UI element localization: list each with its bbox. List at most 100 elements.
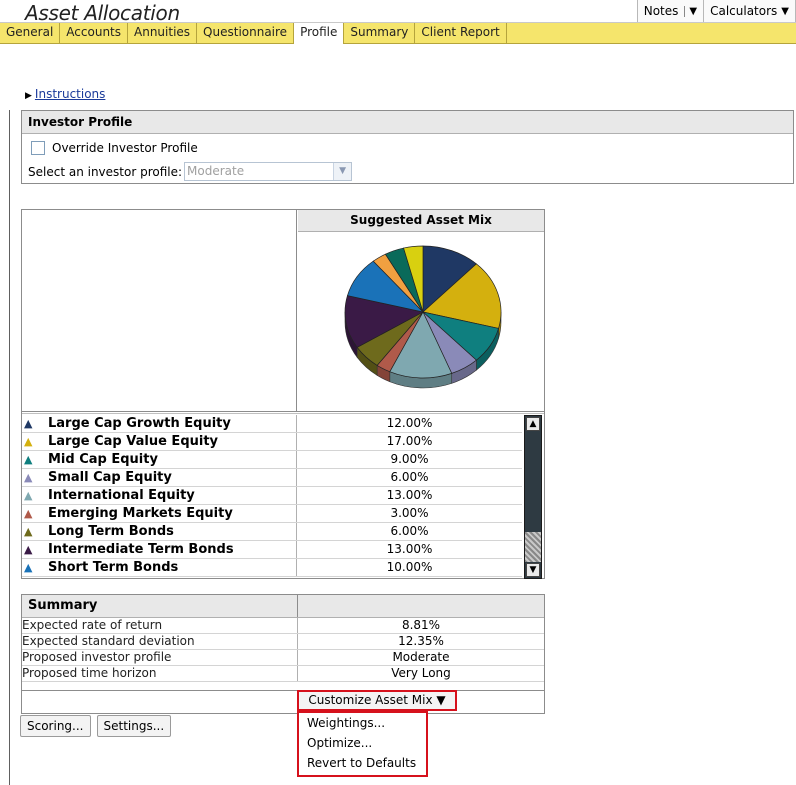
calculators-button[interactable]: Calculators ▼ — [704, 0, 796, 22]
asset-name: Intermediate Term Bonds — [48, 542, 234, 557]
summary-label: Proposed time horizon — [22, 666, 298, 681]
summary-header: Summary — [22, 595, 544, 618]
asset-name-cell: ▲ Emerging Markets Equity — [22, 505, 297, 522]
asset-mix-scrollbar[interactable]: ▲ ▼ — [524, 415, 542, 579]
summary-footer — [22, 690, 544, 713]
summary-heading: Summary — [22, 595, 298, 617]
asset-percent: 10.00% — [386, 560, 433, 574]
asset-mix-row: ▲ Mid Cap Equity 9.00% — [22, 451, 522, 469]
top-buttons: Notes ▼ Calculators ▼ — [636, 0, 796, 22]
tab-annuities[interactable]: Annuities — [128, 23, 198, 43]
scroll-down-icon[interactable]: ▼ — [526, 563, 540, 577]
chevron-down-icon[interactable]: ▼ — [684, 5, 697, 17]
asset-mix-panel: Suggested Asset Mix ▲ Large Cap Growth Eq… — [21, 209, 545, 579]
investor-profile-select[interactable]: Moderate ▼ — [184, 162, 353, 181]
asset-mix-heading: Suggested Asset Mix — [298, 210, 544, 232]
asset-name-cell: ▲ Large Cap Value Equity — [22, 433, 297, 450]
summary-value: Moderate — [392, 650, 450, 664]
asset-mix-rows: ▲ Large Cap Growth Equity 12.00% ▲ Large Cap… — [22, 415, 522, 577]
asset-name-cell: ▲ Short Term Bonds — [22, 559, 297, 576]
flag-icon: ▲ — [24, 543, 33, 556]
customize-asset-mix-button[interactable]: Customize Asset Mix ▼ — [297, 690, 457, 711]
asset-percent: 13.00% — [386, 542, 433, 556]
investor-profile-select-value: Moderate — [187, 164, 245, 178]
asset-percent: 3.00% — [390, 506, 429, 520]
scroll-up-icon[interactable]: ▲ — [526, 417, 540, 431]
notes-label: Notes — [643, 4, 679, 18]
scoring-button[interactable]: Scoring... — [20, 715, 91, 737]
asset-name-cell: ▲ Mid Cap Equity — [22, 451, 297, 468]
chevron-down-icon: ▼ — [781, 5, 789, 17]
asset-name: International Equity — [48, 488, 195, 503]
asset-mix-row: ▲ Emerging Markets Equity 3.00% — [22, 505, 522, 523]
investor-profile-heading: Investor Profile — [22, 111, 793, 134]
summary-row: Expected standard deviation 12.35% — [22, 634, 544, 650]
flag-icon: ▲ — [24, 435, 33, 448]
asset-mix-blank-cell — [22, 210, 297, 411]
asset-mix-row: ▲ Short Term Bonds 10.00% — [22, 559, 522, 577]
asset-name: Short Term Bonds — [48, 560, 179, 575]
menu-item[interactable]: Optimize... — [299, 733, 426, 753]
asset-name-cell: ▲ Small Cap Equity — [22, 469, 297, 486]
instructions: ▶ Instructions — [25, 87, 105, 101]
title-bar: Asset Allocation Notes ▼ Calculators ▼ — [0, 0, 796, 25]
scroll-thumb[interactable] — [525, 532, 541, 562]
asset-name: Large Cap Value Equity — [48, 434, 219, 449]
calculators-label: Calculators — [710, 4, 778, 18]
asset-percent: 9.00% — [390, 452, 429, 466]
summary-label: Expected standard deviation — [22, 634, 298, 649]
summary-value: 12.35% — [398, 634, 444, 648]
select-profile-row: Select an investor profile: Moderate ▼ — [28, 162, 353, 181]
asset-name: Emerging Markets Equity — [48, 506, 233, 521]
flag-icon: ▲ — [24, 507, 33, 520]
summary-row: Proposed investor profile Moderate — [22, 650, 544, 666]
pie-chart-area — [298, 232, 544, 411]
asset-mix-row: ▲ Large Cap Growth Equity 12.00% — [22, 415, 522, 433]
tab-general[interactable]: General — [0, 23, 61, 43]
asset-mix-row: ▲ Large Cap Value Equity 17.00% — [22, 433, 522, 451]
settings-button[interactable]: Settings... — [96, 715, 172, 737]
expand-triangle-icon[interactable]: ▶ — [25, 91, 32, 101]
asset-mix-row: ▲ Intermediate Term Bonds 13.00% — [22, 541, 522, 559]
menu-item[interactable]: Weightings... — [299, 713, 426, 733]
tabs: General Accounts Annuities Questionnaire Pro… — [0, 23, 796, 44]
tab-questionnaire[interactable]: Questionnaire — [197, 23, 295, 43]
instructions-link[interactable]: Instructions — [35, 87, 105, 101]
summary-value: Very Long — [391, 666, 451, 680]
tab-accounts[interactable]: Accounts — [60, 23, 128, 43]
menu-item[interactable]: Revert to Defaults — [299, 753, 426, 773]
summary-row: Expected rate of return 8.81% — [22, 618, 544, 634]
asset-mix-row: ▲ Small Cap Equity 6.00% — [22, 469, 522, 487]
override-checkbox[interactable] — [31, 141, 45, 155]
tab-profile[interactable]: Profile — [294, 23, 345, 44]
flag-icon: ▲ — [24, 471, 33, 484]
tab-bar: General Accounts Annuities Questionnaire Pro… — [0, 23, 796, 44]
asset-name: Mid Cap Equity — [48, 452, 158, 467]
notes-button[interactable]: Notes ▼ — [637, 0, 705, 22]
asset-name-cell: ▲ Intermediate Term Bonds — [22, 541, 297, 558]
asset-mix-pie-chart — [344, 245, 502, 389]
chevron-down-icon[interactable]: ▼ — [333, 163, 352, 180]
action-buttons: Scoring... Settings... — [20, 715, 177, 737]
asset-name: Long Term Bonds — [48, 524, 174, 539]
override-label: Override Investor Profile — [52, 141, 198, 155]
flag-icon: ▲ — [24, 525, 33, 538]
app-title: Asset Allocation — [25, 1, 180, 25]
select-profile-label: Select an investor profile: — [28, 164, 183, 179]
customize-menu: Weightings... Optimize... Revert to Defaul… — [297, 711, 428, 777]
summary-value: 8.81% — [401, 618, 441, 632]
asset-percent: 13.00% — [386, 488, 433, 502]
summary-row: Proposed time horizon Very Long — [22, 666, 544, 682]
flag-icon: ▲ — [24, 453, 33, 466]
divider — [22, 411, 544, 414]
investor-profile-panel: Investor Profile Override Investor Profi… — [21, 110, 794, 184]
tab-summary[interactable]: Summary — [344, 23, 416, 43]
asset-name: Small Cap Equity — [48, 470, 172, 485]
asset-name-cell: ▲ Large Cap Growth Equity — [22, 415, 297, 432]
asset-mix-row: ▲ Long Term Bonds 6.00% — [22, 523, 522, 541]
chevron-down-icon: ▼ — [436, 693, 446, 707]
divider — [9, 110, 10, 785]
tab-client-report[interactable]: Client Report — [415, 23, 507, 43]
flag-icon: ▲ — [24, 417, 33, 430]
summary-rows: Expected rate of return 8.81% Expected sta… — [22, 618, 544, 682]
